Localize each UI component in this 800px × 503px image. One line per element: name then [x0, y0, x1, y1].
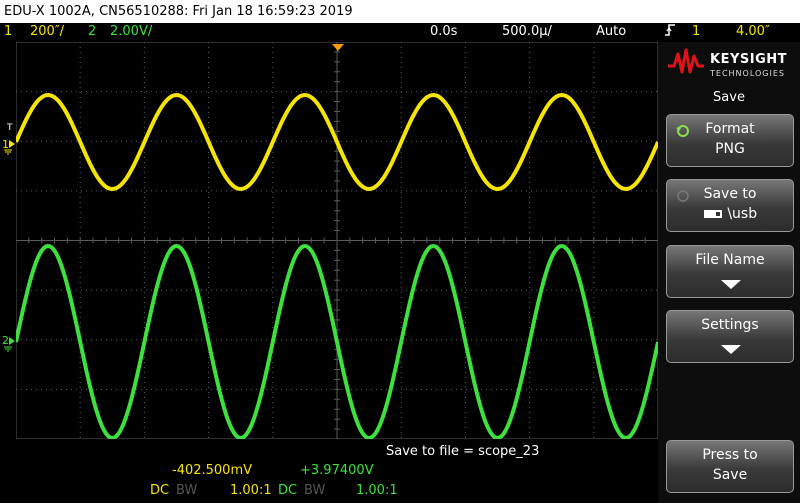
ch1-scale[interactable]: 200″/: [30, 23, 64, 41]
time-scale[interactable]: 500.0µ/: [502, 23, 552, 41]
status-bar: 1 200″/ 2 2.00V/ 0.0s 500.0µ/ Auto 1 4.0…: [0, 23, 800, 41]
trigger-level-label: T: [6, 123, 13, 133]
file-name-label: File Name: [695, 252, 765, 268]
trigger-channel[interactable]: 1: [692, 23, 700, 41]
press-to-save-softkey[interactable]: Press to Save: [666, 440, 794, 493]
message-bar: Save to file = scope_23: [0, 443, 658, 461]
usb-icon: [703, 210, 722, 218]
ch2-arrow-icon: [9, 337, 15, 345]
keysight-wave-icon: [668, 48, 704, 74]
save-to-softkey[interactable]: Save to \usb: [666, 179, 794, 232]
ch2-coupling[interactable]: DC: [278, 483, 297, 498]
trigger-level[interactable]: 4.00″: [736, 23, 770, 41]
save-to-value: \usb: [727, 206, 758, 222]
format-value: PNG: [715, 141, 745, 157]
brand-subtitle: TECHNOLOGIES: [710, 69, 785, 78]
ch2-ground-marker[interactable]: 2: [0, 332, 16, 356]
menu-title: Save: [713, 90, 745, 105]
ch1-ground-marker[interactable]: T 1: [0, 120, 16, 160]
keysight-logo: KEYSIGHT TECHNOLOGIES: [666, 46, 796, 84]
trigger-mode[interactable]: Auto: [596, 23, 626, 41]
brand-name: KEYSIGHT: [710, 52, 787, 67]
save-label: Save: [712, 467, 748, 483]
ch2-scale[interactable]: 2.00V/: [110, 23, 152, 41]
window-title: EDU-X 1002A, CN56510288: Fri Jan 18 16:5…: [4, 4, 353, 19]
ch1-arrow-icon: [9, 140, 15, 148]
ch1-number[interactable]: 1: [4, 23, 12, 41]
waveform-display[interactable]: [16, 42, 658, 439]
file-name-softkey[interactable]: File Name: [666, 245, 794, 298]
ch2-number[interactable]: 2: [88, 23, 96, 41]
press-to-label: Press to: [702, 447, 758, 463]
ch1-coupling[interactable]: DC: [150, 483, 169, 498]
settings-label: Settings: [701, 317, 759, 333]
ch2-marker-label: 2: [2, 334, 9, 347]
ch1-measurement[interactable]: -402.500mV: [172, 463, 252, 478]
ch2-measurement[interactable]: +3.97400V: [300, 463, 374, 478]
arrow-down-icon: [721, 345, 741, 354]
save-message: Save to file = scope_23: [386, 444, 540, 459]
ch2-bw-limit[interactable]: BW: [304, 483, 325, 498]
settings-softkey[interactable]: Settings: [666, 310, 794, 363]
format-softkey[interactable]: Format PNG: [666, 114, 794, 167]
ch1-marker-label: 1: [2, 138, 9, 151]
format-label: Format: [705, 121, 755, 137]
trigger-edge-icon: [664, 23, 676, 43]
ch1-bw-limit[interactable]: BW: [176, 483, 197, 498]
ch2-ground-icon: [4, 346, 12, 352]
save-to-label: Save to: [703, 186, 757, 202]
save-to-value-row: \usb: [667, 206, 793, 222]
arrow-down-icon: [721, 280, 741, 289]
softkey-panel: KEYSIGHT TECHNOLOGIES Save Format PNG Sa…: [658, 42, 800, 503]
title-bar: EDU-X 1002A, CN56510288: Fri Jan 18 16:5…: [0, 0, 800, 23]
time-offset[interactable]: 0.0s: [430, 23, 457, 41]
ch2-probe[interactable]: 1.00:1: [356, 483, 398, 498]
measurement-bar: -402.500mV +3.97400V DC BW 1.00:1 DC BW …: [0, 463, 658, 503]
ch1-probe[interactable]: 1.00:1: [230, 483, 272, 498]
